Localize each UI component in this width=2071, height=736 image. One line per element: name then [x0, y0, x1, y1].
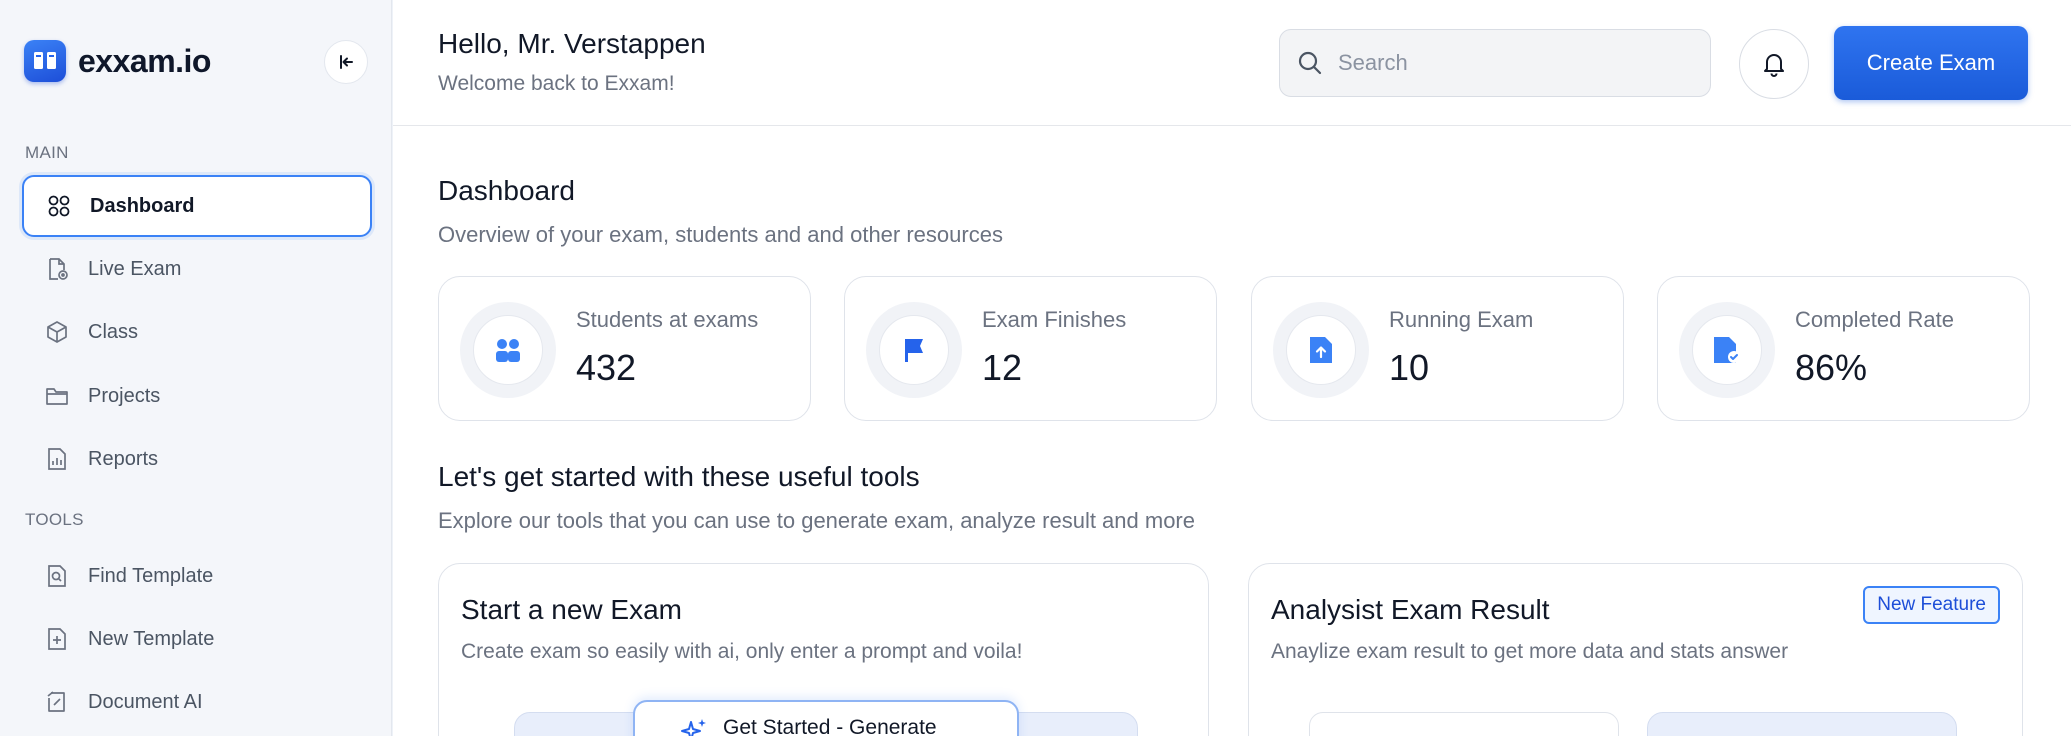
- sidebar-item-label: Document AI: [88, 690, 203, 713]
- stat-card-students[interactable]: Students at exams 432: [438, 276, 811, 421]
- main-content: Hello, Mr. Verstappen Welcome back to Ex…: [393, 0, 2071, 736]
- notifications-button[interactable]: [1739, 29, 1809, 99]
- stat-card-exam-finishes[interactable]: Exam Finishes 12: [844, 276, 1217, 421]
- cube-icon: [44, 319, 70, 345]
- bell-icon: [1764, 54, 1784, 77]
- tools-title: Let's get started with these useful tool…: [438, 461, 920, 492]
- search-icon: [1298, 51, 1322, 75]
- greeting: Hello, Mr. Verstappen: [438, 28, 706, 59]
- search-box[interactable]: [1279, 29, 1711, 97]
- collapse-left-icon: [340, 55, 353, 69]
- stat-value: 10: [1389, 347, 1430, 388]
- create-exam-button[interactable]: Create Exam: [1834, 26, 2028, 100]
- section-label-main: MAIN: [25, 143, 69, 162]
- stat-value: 432: [576, 347, 637, 388]
- book-logo-icon: [24, 40, 66, 82]
- sidebar-item-new-template[interactable]: New Template: [22, 608, 372, 670]
- collapse-sidebar-button[interactable]: [324, 40, 368, 84]
- stat-value: 86%: [1795, 347, 1868, 388]
- generate-exam-preview[interactable]: Get Started - Generate: [633, 700, 1019, 736]
- stat-label: Exam Finishes: [982, 307, 1127, 332]
- search-input[interactable]: [1338, 50, 1698, 76]
- tool-card-analyze-result[interactable]: Analysist Exam Result Anaylize exam resu…: [1248, 563, 2023, 736]
- sidebar-item-label: Dashboard: [90, 194, 195, 217]
- report-chart-icon: [44, 446, 70, 472]
- sidebar-item-class[interactable]: Class: [22, 301, 372, 363]
- new-feature-badge: New Feature: [1863, 586, 2000, 624]
- top-bar: Hello, Mr. Verstappen Welcome back to Ex…: [393, 0, 2071, 126]
- tools-subtitle: Explore our tools that you can use to ge…: [438, 508, 1195, 533]
- stat-label: Running Exam: [1389, 307, 1534, 332]
- welcome-text: Welcome back to Exxam!: [438, 72, 675, 95]
- sidebar-item-dashboard[interactable]: Dashboard: [22, 175, 372, 237]
- stat-card-running-exam[interactable]: Running Exam 10: [1251, 276, 1624, 421]
- stat-label: Students at exams: [576, 307, 759, 332]
- analysis-preview-card: [1309, 712, 1619, 736]
- brand[interactable]: exxam.io: [24, 40, 211, 82]
- analysis-preview-strip: [1647, 712, 1957, 736]
- sidebar-item-find-template[interactable]: Find Template: [22, 545, 372, 607]
- sidebar-item-projects[interactable]: Projects: [22, 365, 372, 427]
- users-icon: [496, 339, 520, 362]
- upload-file-icon: [1310, 337, 1332, 363]
- section-label-tools: TOOLS: [25, 510, 84, 529]
- check-file-icon: [1714, 337, 1740, 363]
- sidebar-item-label: New Template: [88, 627, 215, 650]
- grid-icon: [46, 193, 72, 219]
- sidebar-item-label: Projects: [88, 384, 161, 407]
- tool-card-title: Analysist Exam Result: [1271, 594, 1550, 625]
- sparkle-icon: [681, 719, 706, 736]
- tool-card-subtitle: Create exam so easily with ai, only ente…: [461, 640, 1023, 663]
- stat-value: 12: [982, 347, 1023, 388]
- tool-card-new-exam[interactable]: Start a new Exam Create exam so easily w…: [438, 563, 1209, 736]
- stat-card-completed-rate[interactable]: Completed Rate 86%: [1657, 276, 2030, 421]
- dashboard-title: Dashboard: [438, 175, 575, 206]
- document-ai-icon: [44, 689, 70, 715]
- generate-label: Get Started - Generate: [723, 716, 937, 736]
- sidebar-item-document-ai[interactable]: Document AI: [22, 671, 372, 733]
- sidebar-item-label: Live Exam: [88, 257, 182, 280]
- sidebar-item-reports[interactable]: Reports: [22, 428, 372, 490]
- tool-card-subtitle: Anaylize exam result to get more data an…: [1271, 640, 1789, 663]
- live-file-icon: [44, 256, 70, 282]
- file-search-icon: [44, 563, 70, 589]
- sidebar-item-label: Class: [88, 320, 139, 343]
- flag-icon: [905, 339, 923, 362]
- tool-card-title: Start a new Exam: [461, 594, 682, 625]
- sidebar: exxam.io MAIN Dashboard Live Exam Class …: [0, 0, 392, 736]
- folder-icon: [44, 383, 70, 409]
- sidebar-item-label: Reports: [88, 447, 159, 470]
- sidebar-item-label: Find Template: [88, 564, 214, 587]
- brand-name: exxam.io: [78, 42, 211, 79]
- file-plus-icon: [44, 626, 70, 652]
- sidebar-item-live-exam[interactable]: Live Exam: [22, 238, 372, 300]
- stat-label: Completed Rate: [1795, 307, 1954, 332]
- dashboard-subtitle: Overview of your exam, students and and …: [438, 222, 1003, 247]
